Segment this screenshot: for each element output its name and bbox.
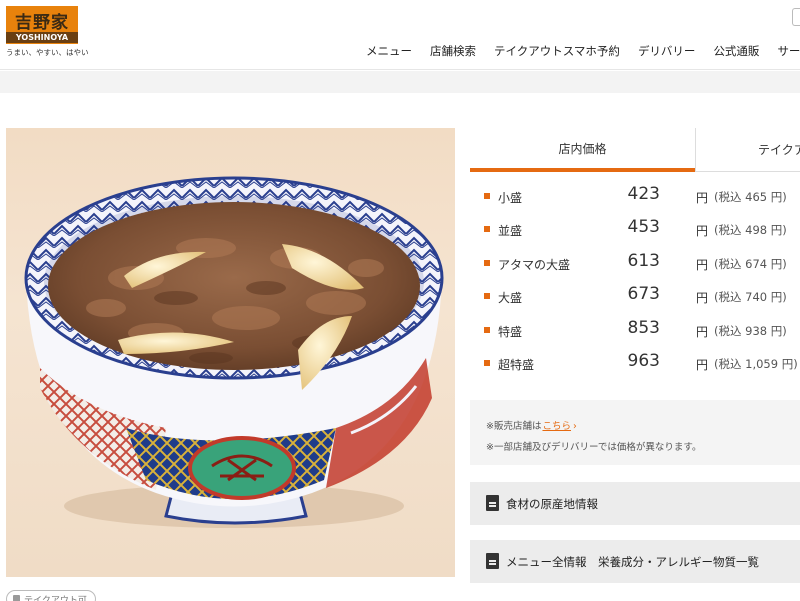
ingredient-origin-button[interactable]: 食材の原産地情報: [470, 482, 800, 525]
yen-label: 円: [696, 224, 709, 239]
chevron-right-icon: ›: [572, 421, 577, 432]
price-amount: 453: [627, 217, 660, 238]
global-nav: メニュー 店舗検索 テイクアウトスマホ予約 デリバリー 公式通販 サー: [366, 43, 800, 59]
tax-included-price: (税込 938 円): [714, 323, 787, 338]
allergy-info-label: メニュー全情報 栄養成分・アレルギー物質一覧: [506, 555, 759, 569]
price-amount: 853: [627, 317, 660, 338]
price-tabs: 店内価格 テイクア: [470, 128, 800, 172]
yen-label: 円: [696, 357, 709, 372]
takeout-badge: テイクアウト可: [6, 590, 96, 601]
size-label: 超特盛: [498, 357, 535, 372]
document-icon: [486, 553, 499, 569]
tax-included-price: (税込 1,059 円): [714, 356, 798, 371]
store-note-text: ※販売店舗は: [486, 421, 542, 432]
yen-label: 円: [696, 291, 709, 306]
gyudon-bowl-illustration: [24, 176, 444, 528]
yen-label: 円: [696, 191, 709, 205]
takeout-badge-label: テイクアウト可: [24, 595, 87, 601]
yoshinoya-logo[interactable]: 吉野家 YOSHINOYA うまい、やすい、はやい: [6, 6, 89, 58]
price-row: 大盛 673 円 (税込 740 円): [470, 280, 800, 313]
tax-included-price: (税込 465 円): [714, 190, 787, 204]
ingredient-origin-label: 食材の原産地情報: [506, 497, 598, 511]
allergy-info-button[interactable]: メニュー全情報 栄養成分・アレルギー物質一覧: [470, 540, 800, 583]
bullet-icon: [484, 226, 490, 233]
tab-takeout-price[interactable]: テイクア: [695, 128, 800, 172]
bullet-icon: [484, 293, 490, 300]
nav-service[interactable]: サー: [777, 43, 800, 59]
price-row: 並盛 453 円 (税込 498 円): [470, 213, 800, 246]
size-label: 特盛: [498, 324, 523, 339]
price-row: 特盛 853 円 (税込 938 円): [470, 314, 800, 347]
tax-included-price: (税込 498 円): [714, 223, 787, 238]
price-amount: 963: [627, 350, 660, 371]
nav-store-search[interactable]: 店舗検索: [430, 43, 476, 59]
price-row: 小盛 423 円 (税込 465 円): [470, 180, 800, 213]
store-list-link[interactable]: こちら: [542, 421, 571, 432]
header-search-box[interactable]: [792, 8, 800, 26]
size-label: アタマの大盛: [498, 257, 571, 272]
nav-takeout-order[interactable]: テイクアウトスマホ予約: [494, 43, 620, 59]
yen-label: 円: [696, 324, 709, 339]
price-row: 超特盛 963 円 (税込 1,059 円): [470, 347, 800, 380]
store-note: ※販売店舗はこちら ›: [486, 418, 577, 432]
nav-menu[interactable]: メニュー: [366, 43, 412, 59]
logo-mark: 吉野家 YOSHINOYA: [6, 6, 78, 44]
tax-included-price: (税込 740 円): [714, 290, 787, 305]
price-amount: 673: [627, 284, 660, 305]
bullet-icon: [484, 259, 490, 266]
yen-label: 円: [696, 257, 709, 272]
size-label: 小盛: [498, 191, 523, 205]
price-notes: ※販売店舗はこちら › ※一部店舗及びデリバリーでは価格が異なります。: [470, 400, 800, 465]
nav-delivery[interactable]: デリバリー: [638, 43, 696, 59]
document-icon: [486, 495, 499, 511]
bullet-icon: [484, 193, 490, 199]
size-label: 大盛: [498, 291, 523, 306]
tax-included-price: (税込 674 円): [714, 256, 787, 271]
bag-icon: [13, 595, 20, 601]
tab-in-store-price[interactable]: 店内価格: [470, 128, 695, 172]
size-label: 並盛: [498, 224, 523, 239]
price-difference-note: ※一部店舗及びデリバリーでは価格が異なります。: [486, 442, 702, 453]
price-row: アタマの大盛 613 円 (税込 674 円): [470, 247, 800, 280]
price-amount: 613: [627, 250, 660, 271]
bullet-icon: [484, 326, 490, 333]
price-amount: 423: [627, 184, 660, 204]
gyudon-image: [6, 128, 455, 577]
price-list: 小盛 423 円 (税込 465 円) 並盛 453 円 (税込 498 円) …: [470, 180, 800, 380]
site-header: 吉野家 YOSHINOYA うまい、やすい、はやい メニュー 店舗検索 テイクア…: [0, 0, 800, 70]
logo-tagline: うまい、やすい、はやい: [6, 48, 89, 57]
nav-online-shop[interactable]: 公式通販: [713, 43, 759, 59]
logo-latin: YOSHINOYA: [6, 32, 78, 43]
breadcrumb-band: [0, 71, 800, 93]
logo-kanji: 吉野家: [15, 13, 69, 33]
bullet-icon: [484, 359, 490, 366]
